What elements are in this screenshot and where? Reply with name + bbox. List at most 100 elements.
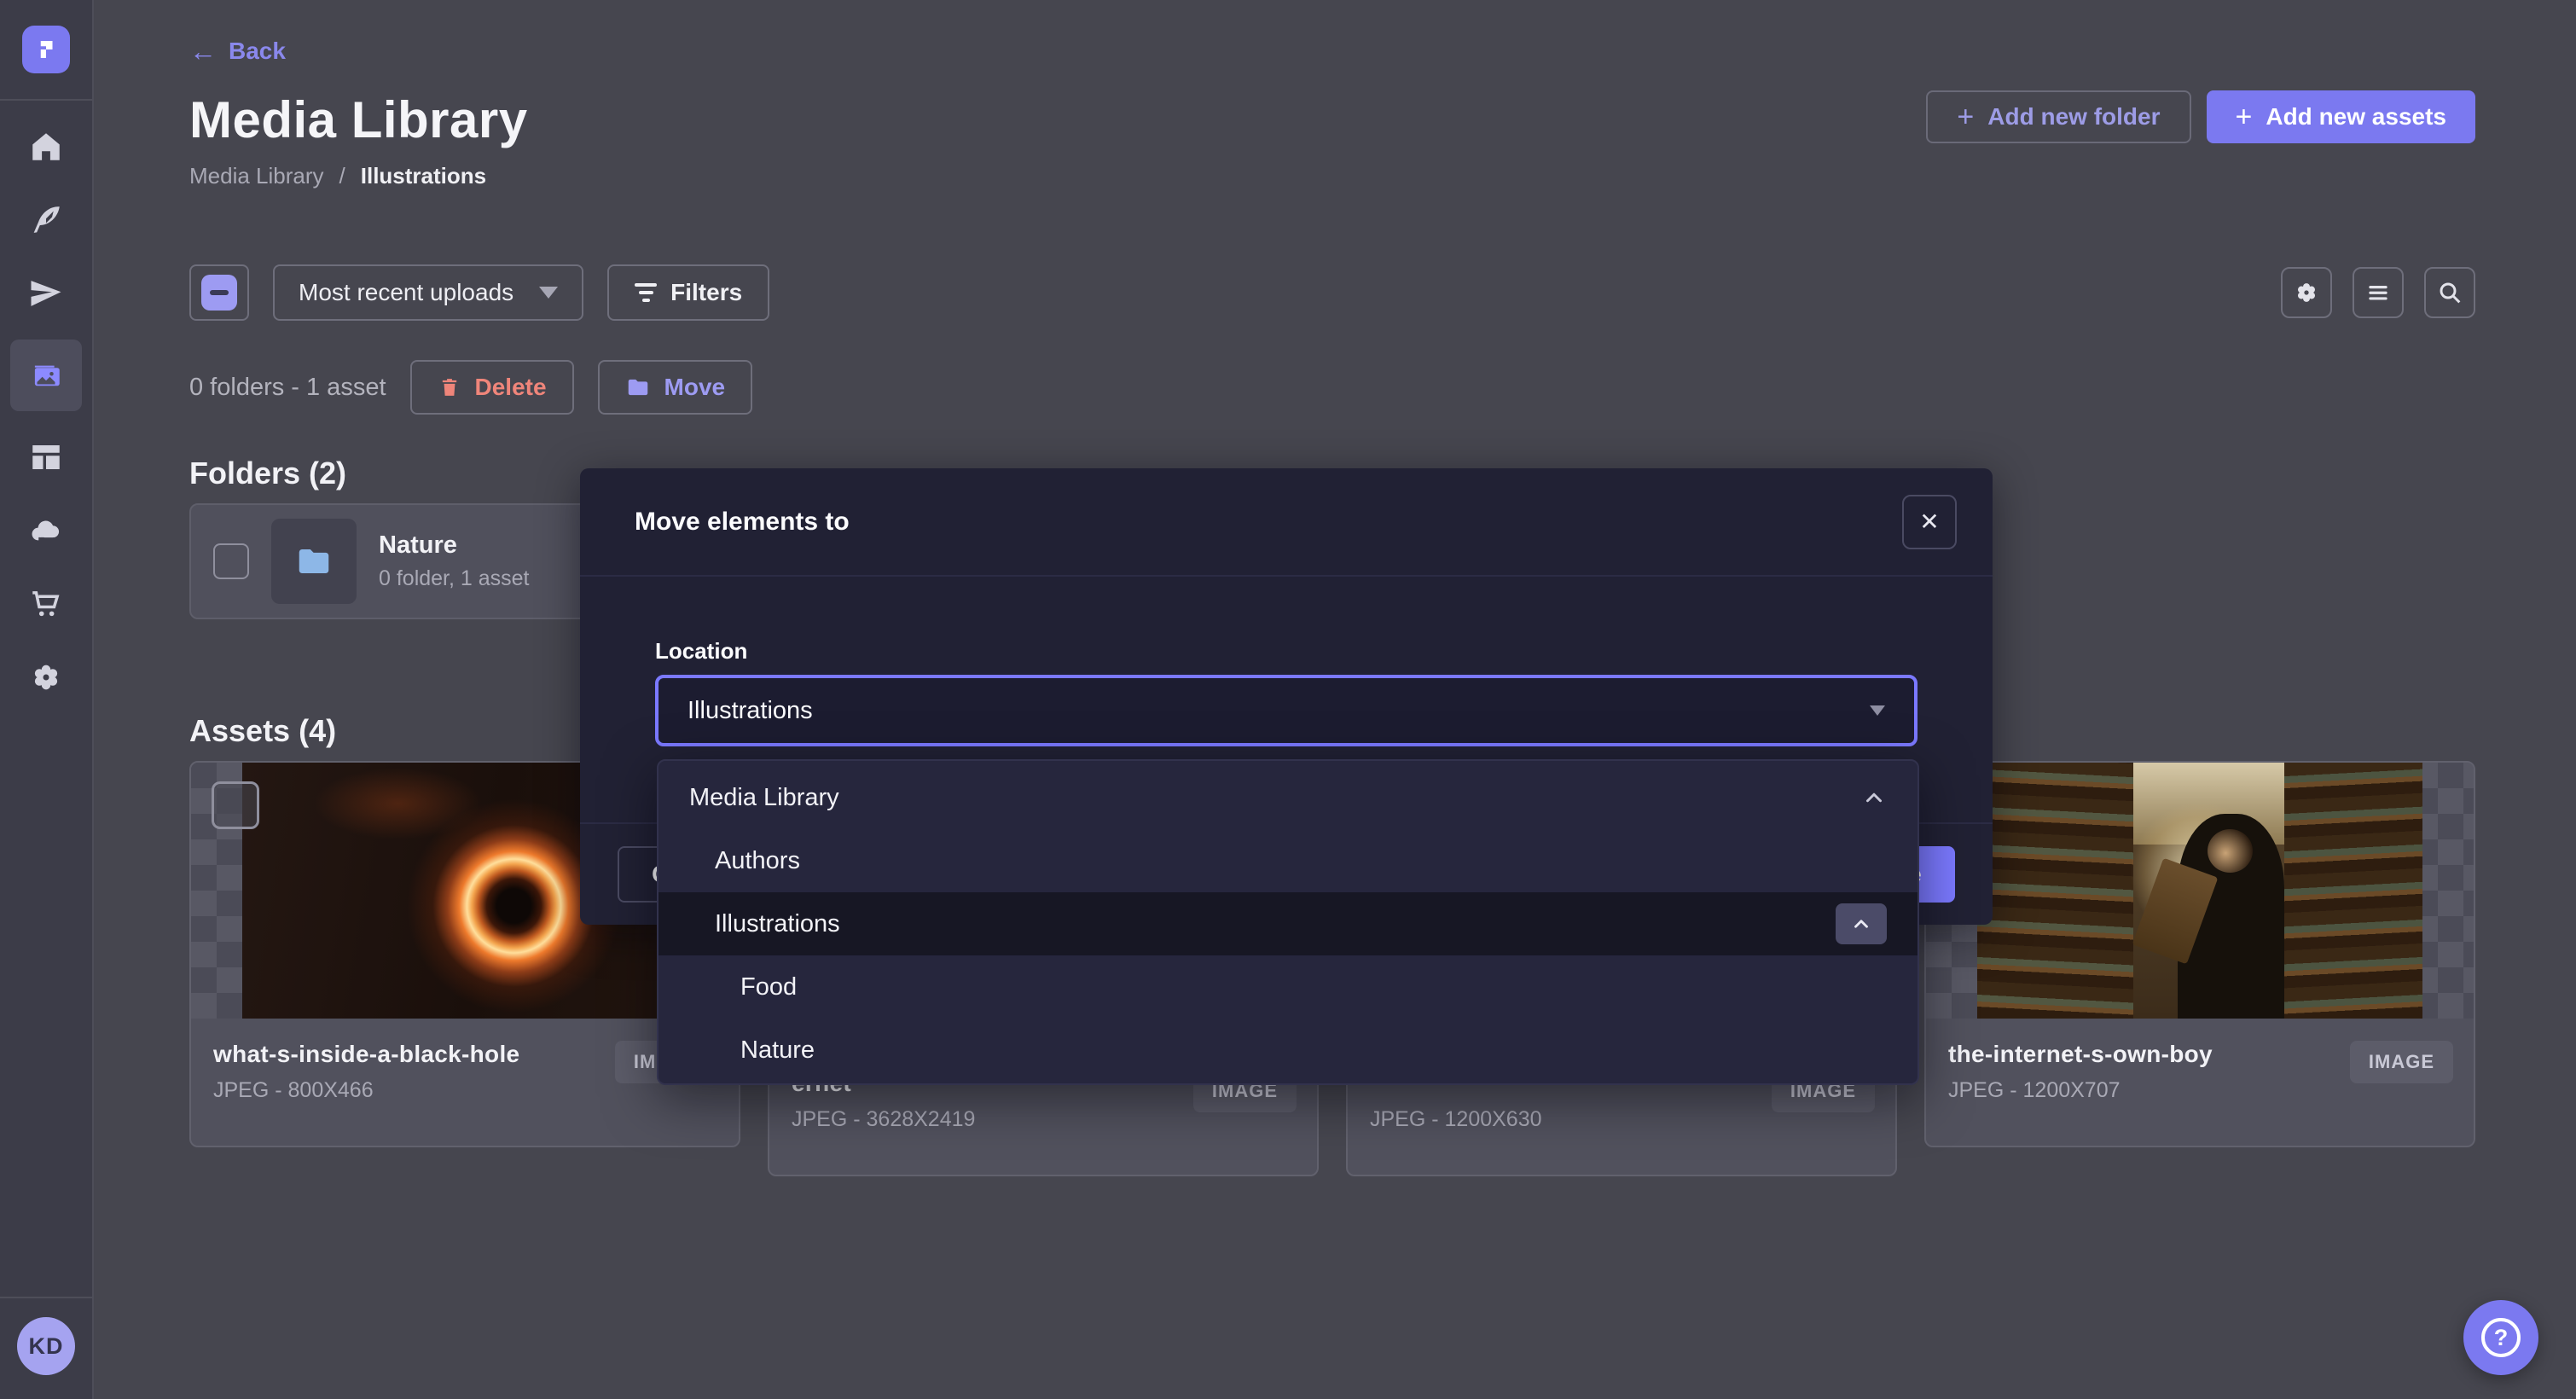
sort-select[interactable]: Most recent uploads — [273, 264, 583, 321]
gear-icon — [28, 659, 64, 695]
sidebar-item-releases[interactable] — [10, 266, 82, 321]
library-photo — [1977, 763, 2422, 1019]
dropdown-option-illustrations[interactable]: Illustrations — [659, 892, 1917, 955]
breadcrumb-root[interactable]: Media Library — [189, 163, 324, 189]
select-all-checkbox[interactable] — [189, 264, 249, 321]
sidebar: KD — [0, 0, 94, 1399]
view-settings-button[interactable] — [2281, 267, 2332, 318]
list-icon — [2364, 279, 2392, 306]
location-value: Illustrations — [688, 697, 813, 725]
sidebar-item-home[interactable] — [10, 119, 82, 174]
asset-text: what-s-inside-a-black-hole JPEG - 800X46… — [213, 1041, 519, 1103]
dropdown-option-food[interactable]: Food — [659, 955, 1917, 1019]
caret-down-icon — [1870, 705, 1885, 716]
help-button[interactable]: ? — [2463, 1300, 2538, 1375]
back-link[interactable]: ← Back — [189, 38, 2475, 65]
filters-button[interactable]: Filters — [607, 264, 769, 321]
sidebar-item-content-manager[interactable] — [10, 430, 82, 485]
folder-checkbox[interactable] — [213, 543, 249, 579]
asset-meta: JPEG - 800X466 — [213, 1078, 519, 1103]
breadcrumb: Media Library / Illustrations — [189, 163, 528, 189]
modal-header: Move elements to ✕ — [580, 468, 1993, 577]
add-new-assets-button[interactable]: + Add new assets — [2207, 90, 2476, 143]
breadcrumb-separator: / — [339, 163, 345, 189]
plus-icon: + — [2236, 102, 2253, 131]
cloud-icon — [28, 513, 64, 549]
folder-info: Nature 0 folder, 1 asset — [379, 531, 530, 591]
logo-container — [0, 0, 92, 101]
filters-label: Filters — [670, 279, 742, 306]
feather-icon — [28, 202, 64, 238]
folder-meta: 0 folder, 1 asset — [379, 566, 530, 591]
asset-info: the-internet-s-own-boy JPEG - 1200X707 I… — [1926, 1019, 2474, 1146]
app-root: KD ← Back Media Library Media Library / … — [0, 0, 2576, 1399]
sidebar-item-marketplace[interactable] — [10, 577, 82, 631]
caret-down-icon — [539, 287, 558, 299]
toolbar-left: Most recent uploads Filters — [189, 264, 769, 321]
sidebar-item-media-library[interactable] — [10, 340, 82, 411]
header-actions: + Add new folder + Add new assets — [1926, 90, 2475, 143]
dropdown-option-media-library[interactable]: Media Library — [659, 766, 1917, 829]
option-label: Food — [740, 973, 797, 1001]
delete-label: Delete — [475, 374, 547, 401]
move-label: Move — [664, 374, 726, 401]
folder-icon — [625, 374, 651, 400]
chevron-up-icon[interactable] — [1861, 785, 1887, 810]
dropdown-option-authors[interactable]: Authors — [659, 829, 1917, 892]
add-folder-label: Add new folder — [1987, 103, 2160, 131]
option-label: Nature — [740, 1036, 815, 1065]
modal-title: Move elements to — [635, 508, 850, 537]
sidebar-item-content[interactable] — [10, 193, 82, 247]
close-button[interactable]: ✕ — [1902, 495, 1957, 549]
folder-name: Nature — [379, 531, 530, 560]
sidebar-item-deploy[interactable] — [10, 503, 82, 558]
add-assets-label: Add new assets — [2266, 103, 2446, 131]
back-label: Back — [229, 38, 286, 65]
asset-title: the-internet-s-own-boy — [1948, 1041, 2213, 1070]
collapse-toggle-button[interactable] — [1836, 903, 1887, 944]
home-icon — [28, 129, 64, 165]
sidebar-nav — [10, 119, 82, 1297]
asset-thumbnail — [1926, 763, 2474, 1019]
asset-type-badge: IMAGE — [2350, 1041, 2453, 1083]
avatar[interactable]: KD — [17, 1317, 75, 1375]
title-block: Media Library Media Library / Illustrati… — [189, 90, 528, 189]
selection-count: 0 folders - 1 asset — [189, 374, 386, 402]
asset-checkbox[interactable] — [212, 781, 259, 829]
asset-meta: JPEG - 3628X2419 — [792, 1107, 975, 1132]
bolt-icon — [33, 37, 59, 62]
toolbar-right — [2281, 267, 2475, 318]
folder-tile — [271, 519, 357, 604]
option-label: Media Library — [689, 784, 839, 812]
asset-card[interactable]: the-internet-s-own-boy JPEG - 1200X707 I… — [1924, 761, 2475, 1147]
toolbar: Most recent uploads Filters — [189, 264, 2475, 321]
chevron-up-icon — [1850, 913, 1872, 935]
search-button[interactable] — [2424, 267, 2475, 318]
asset-text: the-internet-s-own-boy JPEG - 1200X707 — [1948, 1041, 2213, 1103]
paper-plane-icon — [28, 276, 64, 311]
layout-icon — [28, 439, 64, 475]
indeterminate-checkbox-icon — [201, 275, 237, 311]
header-row: Media Library Media Library / Illustrati… — [189, 90, 2475, 189]
page-title: Media Library — [189, 90, 528, 149]
close-icon: ✕ — [1919, 508, 1939, 536]
sidebar-item-settings[interactable] — [10, 650, 82, 705]
gear-icon — [2293, 279, 2320, 306]
cart-icon — [28, 586, 64, 622]
filter-icon — [635, 283, 657, 302]
folder-icon — [294, 542, 334, 581]
list-view-button[interactable] — [2353, 267, 2404, 318]
images-icon — [28, 357, 64, 393]
add-new-folder-button[interactable]: + Add new folder — [1926, 90, 2190, 143]
location-combobox[interactable]: Illustrations — [655, 675, 1917, 746]
move-button[interactable]: Move — [598, 360, 753, 415]
dropdown-option-nature[interactable]: Nature — [659, 1019, 1917, 1082]
asset-title: what-s-inside-a-black-hole — [213, 1041, 519, 1070]
search-icon — [2436, 279, 2463, 306]
delete-button[interactable]: Delete — [410, 360, 574, 415]
asset-meta: JPEG - 1200X707 — [1948, 1078, 2213, 1103]
trash-icon — [438, 375, 461, 399]
sort-select-value: Most recent uploads — [299, 279, 513, 306]
option-label: Illustrations — [715, 910, 840, 938]
strapi-logo[interactable] — [22, 26, 70, 73]
